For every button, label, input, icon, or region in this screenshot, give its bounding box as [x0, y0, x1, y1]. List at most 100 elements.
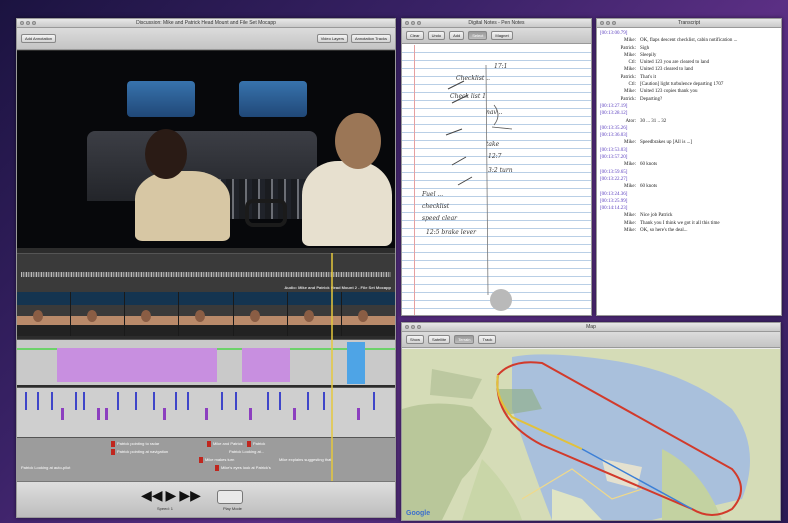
- transcript-row[interactable]: [00:13:35.26]: [600, 125, 778, 132]
- transcript-list[interactable]: [00:13:00.79] Mike: OK, flaps descent chec…: [597, 28, 781, 315]
- transcript-timestamp[interactable]: [00:13:27.19]: [600, 103, 627, 110]
- play-icon[interactable]: ▶: [166, 488, 177, 502]
- play-mode-control[interactable]: [217, 490, 243, 504]
- annotation-tracks-button[interactable]: Annotation Tracks: [350, 34, 391, 43]
- transcript-timestamp[interactable]: [00:13:36.03]: [600, 132, 627, 139]
- transcript-timestamp[interactable]: [00:13:22.27]: [600, 176, 627, 183]
- map-view[interactable]: Google: [402, 349, 780, 520]
- transcript-row[interactable]: Mike: Thank you I think we got it all thi…: [600, 220, 778, 227]
- transcript-row[interactable]: Patrick: Sigh: [600, 45, 778, 52]
- transcript-speaker: Mike:: [624, 89, 636, 95]
- minimize-button[interactable]: [411, 325, 415, 329]
- transcript-row[interactable]: Mike: United 123 copies thank you: [600, 88, 778, 95]
- window-titlebar[interactable]: Transcript: [597, 19, 781, 28]
- transcript-row[interactable]: Ctl: United 123 you are cleared to land: [600, 59, 778, 66]
- window-title: Map: [586, 324, 596, 330]
- clear-button[interactable]: Clear: [406, 31, 424, 40]
- transcript-timestamp[interactable]: [00:13:35.26]: [600, 125, 627, 132]
- transcript-timestamp[interactable]: [00:13:59.65]: [600, 169, 627, 176]
- tab-satellite[interactable]: Satellite: [428, 335, 451, 344]
- add-annotation-button[interactable]: Add Annotation: [21, 34, 57, 43]
- minimize-button[interactable]: [606, 21, 610, 25]
- transcript-row[interactable]: [00:13:53.03]: [600, 147, 778, 154]
- transcript-row[interactable]: [00:13:59.65]: [600, 169, 778, 176]
- transcript-timestamp[interactable]: [00:13:25.99]: [600, 198, 627, 205]
- transcript-row[interactable]: Ator: 30 ... 31 .. 32: [600, 118, 778, 125]
- close-button[interactable]: [405, 325, 409, 329]
- annotation-track[interactable]: Patrick pointing to radar Mike and Patri…: [17, 437, 395, 481]
- transcript-row[interactable]: Patrick: That's it: [600, 74, 778, 81]
- minimize-button[interactable]: [26, 21, 30, 25]
- highlight-segment[interactable]: [347, 342, 365, 384]
- transcript-timestamp[interactable]: [00:13:00.79]: [600, 30, 627, 37]
- transcript-timestamp[interactable]: [00:13:24.36]: [600, 191, 627, 198]
- transcript-speaker: Patrick:: [620, 74, 636, 80]
- rewind-icon[interactable]: ◀◀: [141, 488, 163, 502]
- transcript-speaker: Mike:: [624, 184, 636, 190]
- window-controls: [600, 21, 616, 25]
- transcript-row[interactable]: [00:13:00.79]: [600, 30, 778, 37]
- close-button[interactable]: [20, 21, 24, 25]
- window-title: Transcript: [677, 20, 701, 26]
- activity-segment[interactable]: [242, 348, 290, 382]
- transcript-row[interactable]: Mike: United 123 cleared to land: [600, 66, 778, 73]
- close-button[interactable]: [405, 21, 409, 25]
- video-thumbnail-strip[interactable]: [17, 292, 395, 336]
- minimize-button[interactable]: [411, 21, 415, 25]
- window-title: Discussion: Mike and Patrick Head Mount …: [136, 20, 276, 26]
- transcript-timestamp[interactable]: [00:13:28.12]: [600, 110, 627, 117]
- undo-button[interactable]: Undo: [427, 31, 446, 40]
- transcript-row[interactable]: [00:13:24.36]: [600, 191, 778, 198]
- annotation-marker[interactable]: [247, 441, 251, 447]
- transcript-row[interactable]: Patrick: Departing?: [600, 96, 778, 103]
- transcript-row[interactable]: [00:13:28.12]: [600, 110, 778, 117]
- annotation-marker[interactable]: [111, 449, 115, 455]
- transcript-timestamp[interactable]: [00:13:57.20]: [600, 154, 627, 161]
- select-button[interactable]: Select: [468, 31, 488, 40]
- transcript-row[interactable]: [00:14:14.23]: [600, 205, 778, 212]
- transcript-row[interactable]: Mike: OK, flaps descent checklist, cabin …: [600, 37, 778, 44]
- annotation-marker[interactable]: [215, 465, 219, 471]
- zoom-button[interactable]: [417, 21, 421, 25]
- tab-track[interactable]: Track: [478, 335, 497, 344]
- timeline-playhead[interactable]: [331, 253, 333, 481]
- video-layers-button[interactable]: Video Layers: [316, 34, 348, 43]
- annotation-marker[interactable]: [111, 441, 115, 447]
- annotation-marker[interactable]: [199, 457, 203, 463]
- transcript-row[interactable]: [00:13:27.19]: [600, 103, 778, 110]
- transcript-row[interactable]: Mike: Speedbrakes up [All is ...]: [600, 139, 778, 146]
- zoom-button[interactable]: [32, 21, 36, 25]
- transcript-row[interactable]: [00:13:25.99]: [600, 198, 778, 205]
- transcript-timestamp[interactable]: [00:14:14.23]: [600, 205, 627, 212]
- transcript-row[interactable]: [00:13:57.20]: [600, 154, 778, 161]
- audio-waveform-track[interactable]: Audio: Mike and Patrick Head Mount 2 - F…: [17, 253, 395, 293]
- transcript-row[interactable]: [00:13:36.03]: [600, 132, 778, 139]
- activity-track[interactable]: [17, 339, 395, 385]
- transcript-text: United 123 cleared to land: [640, 67, 694, 73]
- tab-terrain[interactable]: Terrain: [454, 335, 475, 344]
- transcript-row[interactable]: Mike: OK, so here's the deal...: [600, 227, 778, 234]
- transcript-row[interactable]: Mike: Nice job Patrick: [600, 212, 778, 219]
- magnet-button[interactable]: Magnet: [491, 31, 513, 40]
- event-ticks-track[interactable]: [17, 387, 395, 437]
- zoom-button[interactable]: [417, 325, 421, 329]
- window-titlebar[interactable]: Discussion: Mike and Patrick Head Mount …: [17, 19, 395, 28]
- tab-show[interactable]: Show: [406, 335, 425, 344]
- annotation-marker[interactable]: [207, 441, 211, 447]
- transcript-timestamp[interactable]: [00:13:53.03]: [600, 147, 627, 154]
- activity-segment[interactable]: [57, 348, 217, 382]
- transcript-row[interactable]: [00:13:22.27]: [600, 176, 778, 183]
- cockpit-video-frame[interactable]: [17, 51, 395, 248]
- window-titlebar[interactable]: Map: [402, 323, 780, 332]
- transcript-row[interactable]: Mike: Sleepily: [600, 52, 778, 59]
- transcript-row[interactable]: Mike: 60 knots: [600, 161, 778, 168]
- transcript-row[interactable]: Ctl: [Caution] light turbulence departing…: [600, 81, 778, 88]
- zoom-button[interactable]: [612, 21, 616, 25]
- add-button[interactable]: Add: [449, 31, 465, 40]
- close-button[interactable]: [600, 21, 604, 25]
- pen-notes-window: Digital Notes - Pen Notes Clear Undo Add…: [401, 18, 592, 316]
- window-titlebar[interactable]: Digital Notes - Pen Notes: [402, 19, 591, 28]
- notes-paper[interactable]: 17:1 Checklist .. Check list 1 nav .. ta…: [402, 45, 591, 315]
- fast-forward-icon[interactable]: ▶▶: [179, 488, 201, 502]
- transcript-row[interactable]: Mike: 60 knots: [600, 183, 778, 190]
